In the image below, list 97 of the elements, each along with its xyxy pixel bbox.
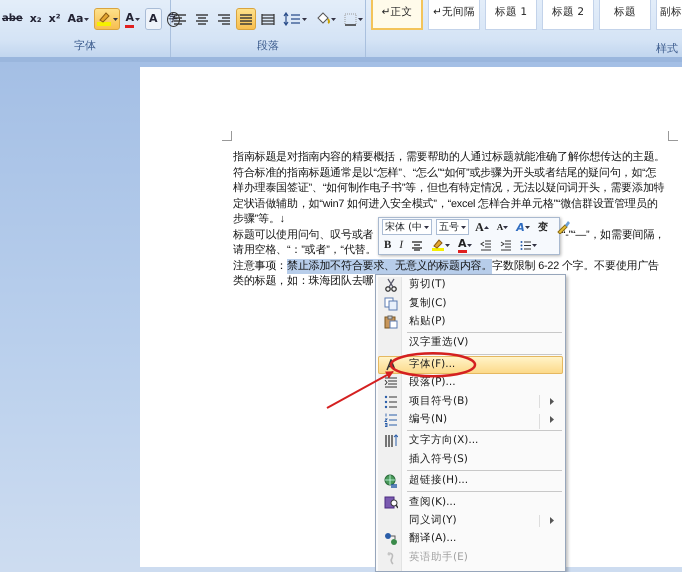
document-text: 注意事项： <box>233 258 288 274</box>
caret-icon <box>466 244 472 246</box>
submenu-arrow-icon <box>550 517 554 524</box>
caret-icon <box>84 18 90 20</box>
style-gallery-item[interactable]: ↵无间隔 <box>428 0 480 30</box>
align-center-icon <box>195 13 209 25</box>
styles-button[interactable]: A <box>514 219 532 235</box>
bullet-list-icon <box>520 240 532 250</box>
line-spacing-icon <box>283 12 301 26</box>
caret-icon <box>532 244 537 246</box>
menu-item[interactable]: 项目符号(B) <box>378 392 563 411</box>
style-gallery-item[interactable]: 副标 <box>656 0 682 30</box>
caret-icon <box>524 226 530 228</box>
document-text: 步骤”等。↓ <box>233 212 285 227</box>
submenu-arrow-icon <box>550 416 554 424</box>
bold-button[interactable]: B <box>382 237 394 253</box>
document-text: 请用空格、“：”或者”，“代替。 <box>233 243 376 258</box>
font-icon <box>385 358 397 371</box>
format-button[interactable]: 变 <box>536 219 550 235</box>
shrink-font-button[interactable]: A <box>494 219 510 235</box>
caret-icon <box>135 18 140 20</box>
menu-item[interactable]: 同义词(Y) <box>378 512 563 530</box>
paragraph-icon <box>384 376 398 390</box>
group-label: 样式 <box>655 40 679 56</box>
translate-icon <box>384 532 398 546</box>
align-right-icon <box>217 13 231 25</box>
menu-item[interactable]: 查阅(K)... <box>378 493 563 512</box>
document-text: 符合标准的指南标题通常是以“怎样”、“怎么”“如何”或步骤为开头或者结尾的疑问句，如“怎 <box>233 166 656 180</box>
annotation-arrow <box>326 370 394 409</box>
highlighter-icon <box>431 238 446 252</box>
document-text: 定状语做辅助，如“win7 如何进入安全模式”，“excel 怎样合并单元格”“微信群设置管理员的 <box>233 196 658 212</box>
scissors-icon <box>384 278 398 292</box>
style-gallery-item[interactable]: 标题 <box>599 0 651 30</box>
caret-icon <box>445 244 450 246</box>
character-shading-button[interactable]: A <box>145 8 162 30</box>
caret-icon <box>503 226 508 228</box>
style-gallery-item[interactable]: 标题 1 <box>485 0 537 30</box>
menu-item[interactable]: 复制(C) <box>378 294 563 313</box>
menu-item[interactable]: 段落(P)... <box>378 374 563 392</box>
numbered-list-icon <box>384 412 398 427</box>
selected-text: 禁止添加不符合要求、无意义的标题内容。 <box>287 258 492 274</box>
document-text: “-”“—”，如需要间隔， <box>562 228 665 242</box>
copy-icon <box>384 296 398 311</box>
menu-item[interactable]: 文字方向(X)... <box>378 432 563 451</box>
format-button[interactable]: x₂ <box>28 8 44 30</box>
increase-indent-icon <box>500 240 512 250</box>
caret-icon <box>358 18 363 20</box>
distribute-icon <box>261 13 275 25</box>
caret-icon <box>461 226 466 228</box>
format-button[interactable]: Aa <box>66 8 92 30</box>
text-direction-icon <box>384 434 398 448</box>
document-text: 字数限制 6-22 个字。不要使用广告 <box>492 258 660 274</box>
clipboard-icon <box>384 314 398 329</box>
justify-icon <box>239 13 253 25</box>
paint-bucket-icon <box>315 12 330 26</box>
highlight-button[interactable] <box>94 8 120 30</box>
menu-item[interactable]: 剪切(T) <box>378 276 563 294</box>
font-color-button[interactable]: A <box>456 237 474 253</box>
align-center-icon <box>411 240 424 250</box>
caret-icon <box>331 18 336 20</box>
style-gallery-item[interactable]: 标题 2 <box>542 0 594 30</box>
document-text: 指南标题是对指南内容的精要概括，需要帮助的人通过标题就能准确了解你想传达的主题。 <box>233 150 666 165</box>
font-name-dropdown[interactable]: 宋体 (中 <box>382 219 432 235</box>
group-label: 字体 <box>74 38 96 54</box>
document-text: 标题可以使用问句、叹号或者 <box>233 228 374 242</box>
menu-item[interactable]: 超链接(H)... <box>378 472 563 494</box>
book-search-icon <box>384 495 398 510</box>
menu-item[interactable]: 粘贴(P) <box>378 312 563 334</box>
font-color-button[interactable]: A <box>123 8 142 30</box>
submenu-arrow-icon <box>550 398 554 406</box>
menu-item[interactable]: 字体(F)... <box>378 356 563 374</box>
document-text: 样办理泰国签证”、“如何制作电子书”等，但也有特定情况，无法以疑问词开头，需要添加特 <box>233 181 664 196</box>
margin-corner-mark <box>668 131 678 141</box>
style-gallery-item[interactable]: ↵正文 <box>371 0 423 30</box>
caret-icon <box>484 226 489 228</box>
highlighter-icon <box>96 11 112 27</box>
document-text: 类的标题，如：珠海团队去哪 <box>233 274 374 289</box>
menu-item[interactable]: 汉字重选(V) <box>378 334 563 356</box>
grow-font-button[interactable]: A <box>473 219 491 235</box>
caret-icon <box>302 18 307 20</box>
menu-item[interactable]: 插入符号(S) <box>378 450 563 472</box>
borders-icon <box>344 12 357 26</box>
font-size-dropdown[interactable]: 五号 <box>436 219 470 235</box>
decrease-indent-icon <box>480 240 492 250</box>
italic-button[interactable]: I <box>397 237 406 253</box>
menu-item[interactable]: 翻译(A)... <box>378 530 563 548</box>
group-label: 段落 <box>257 38 279 54</box>
globe-link-icon <box>384 474 398 488</box>
caret-icon <box>424 226 430 228</box>
justify-button[interactable] <box>236 8 256 30</box>
highlight-button[interactable] <box>429 237 452 253</box>
format-button[interactable]: x² <box>46 8 63 30</box>
menu-item[interactable]: 编号(N) <box>378 410 563 432</box>
margin-corner-mark <box>222 131 232 141</box>
caret-icon <box>113 18 118 20</box>
strikethrough-button[interactable]: abe <box>0 8 25 30</box>
bullet-list-icon <box>384 394 398 409</box>
